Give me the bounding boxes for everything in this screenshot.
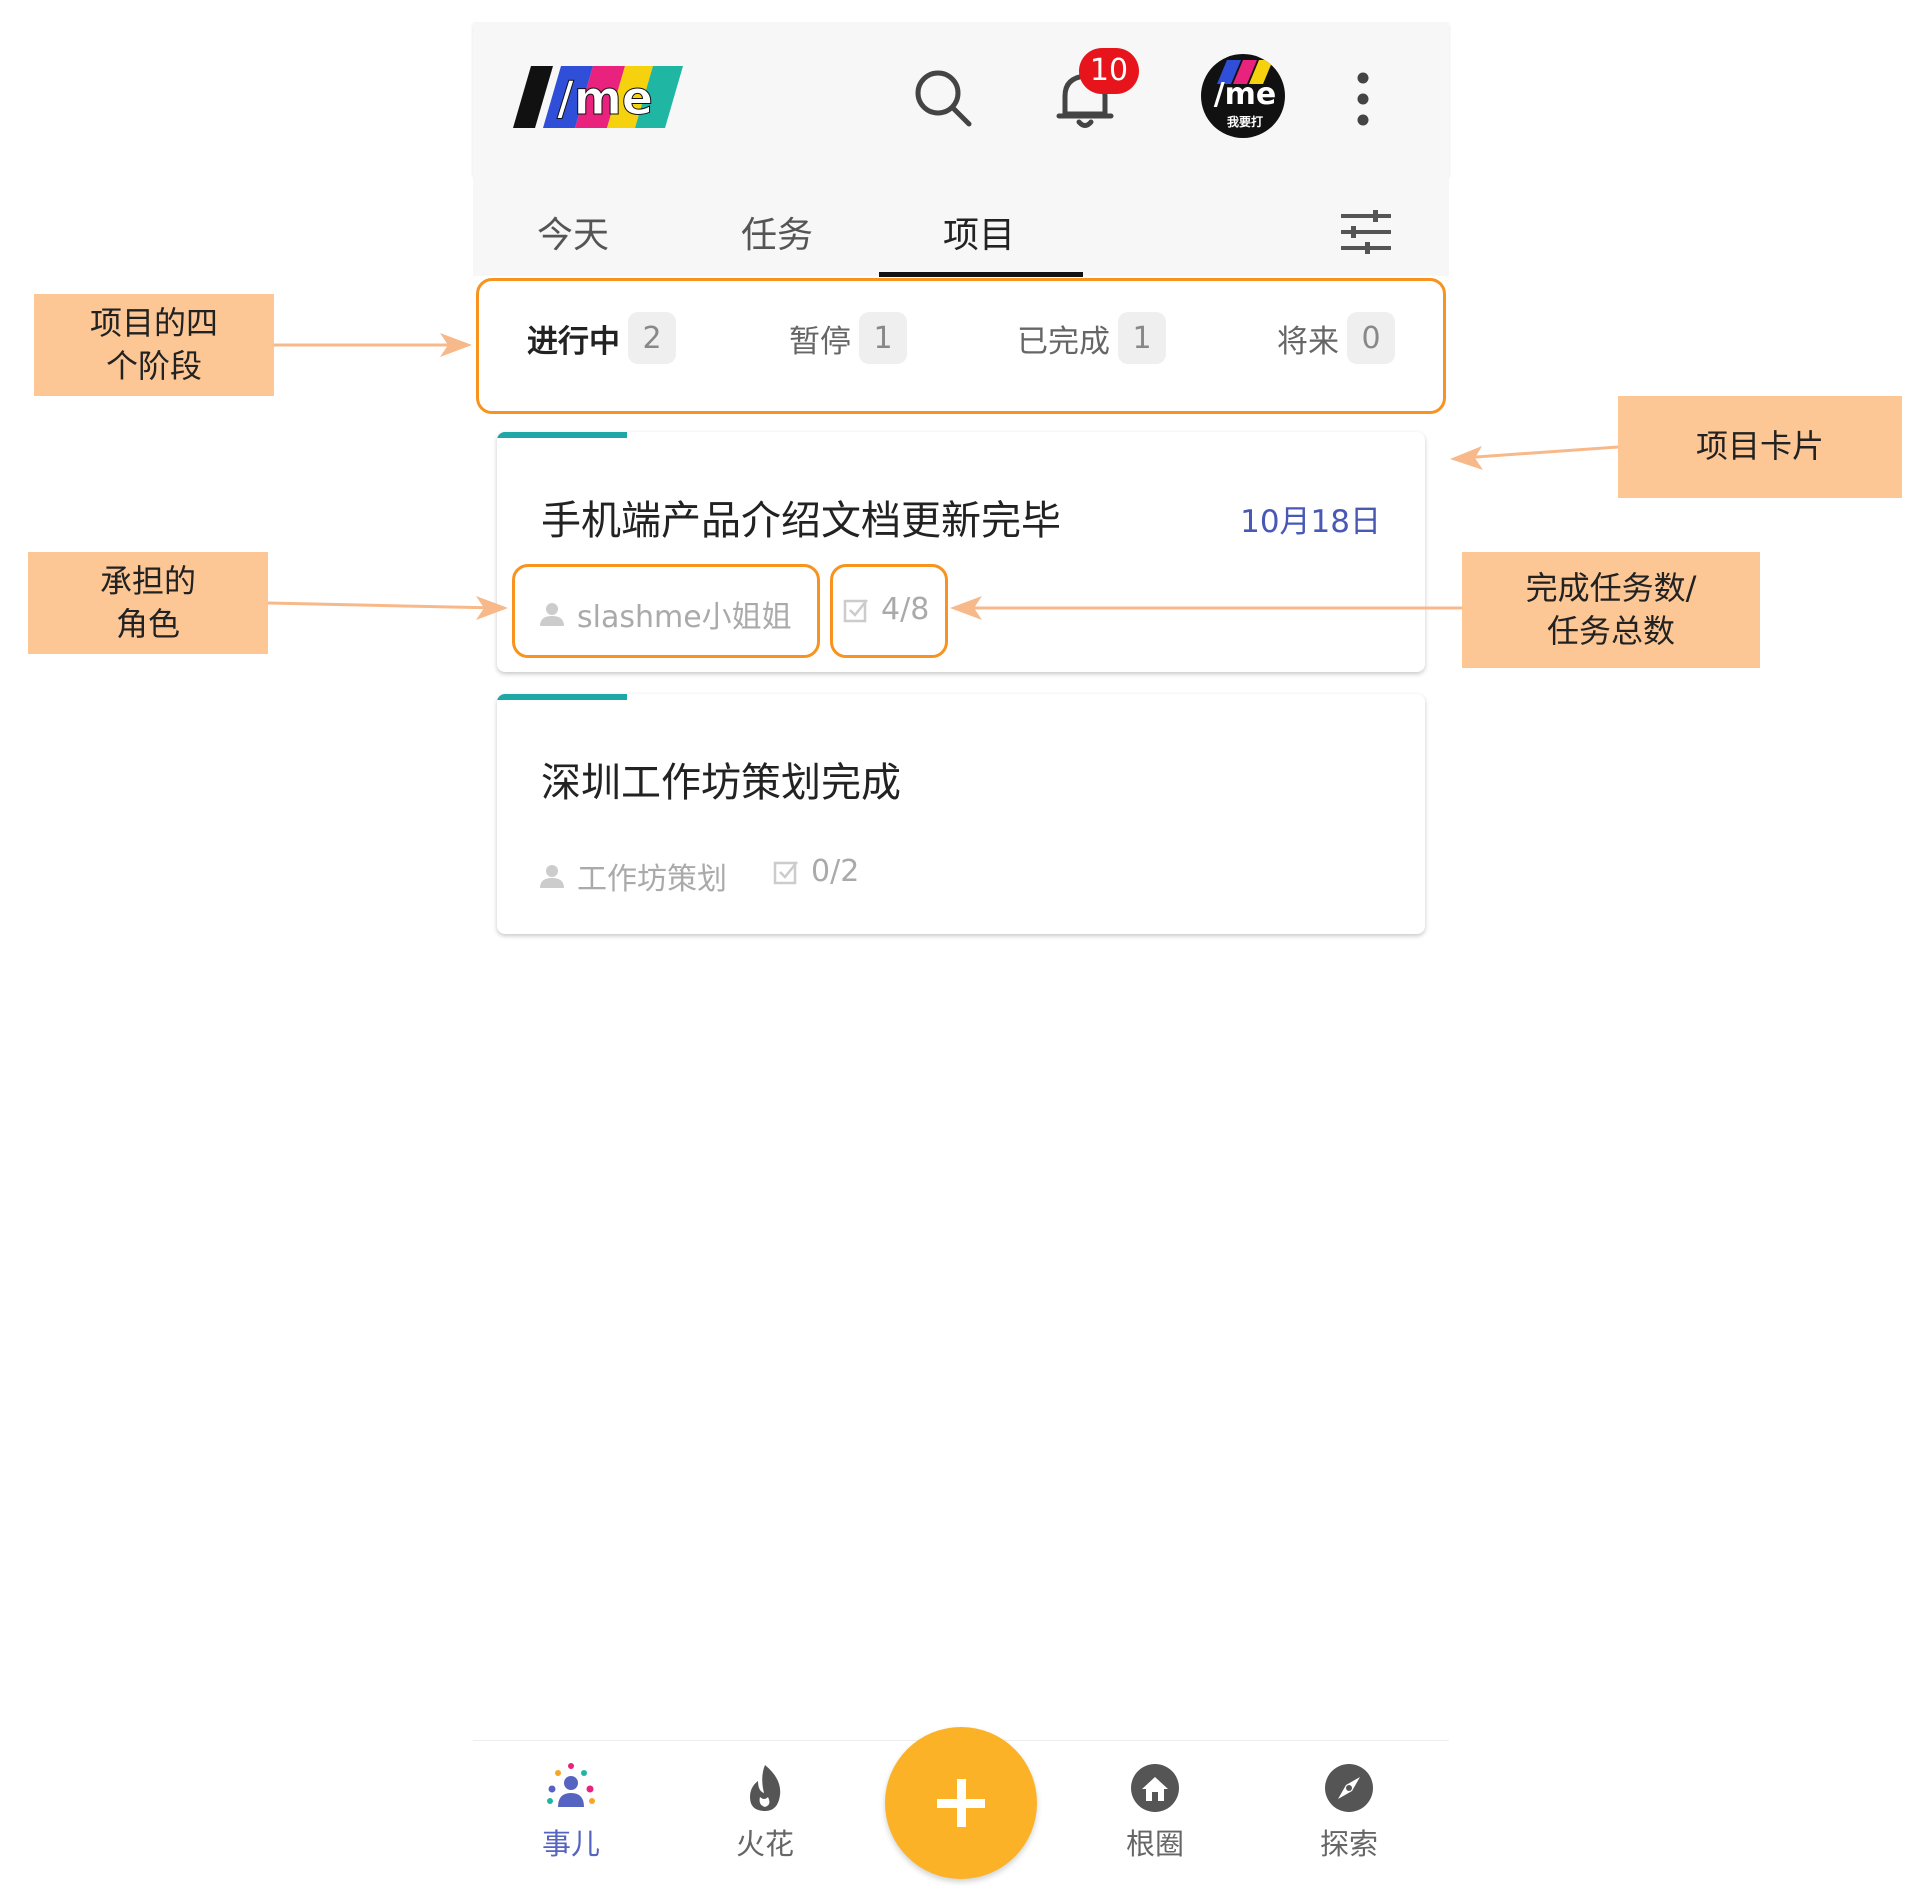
annotation-arrows — [267, 333, 1619, 620]
arrow-role — [267, 601, 499, 610]
arrow-card — [1461, 445, 1619, 460]
